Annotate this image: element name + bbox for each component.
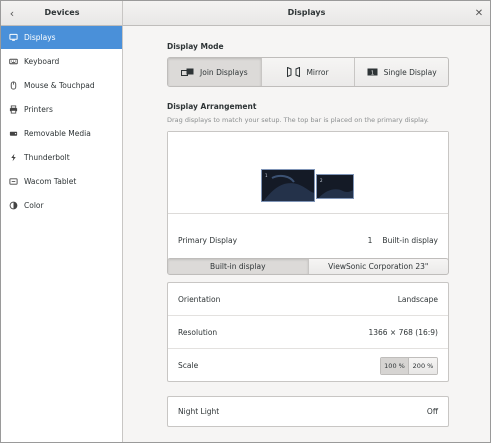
arrangement-canvas[interactable]: 1 2 [168, 132, 448, 214]
sidebar-item-label: Thunderbolt [24, 153, 70, 162]
monitor-2-number: 2 [320, 178, 323, 183]
night-light-value: Off [426, 407, 438, 416]
sidebar-item-label: Wacom Tablet [24, 177, 77, 186]
scale-selector: 100 % 200 % [380, 356, 438, 375]
tab-viewsonic[interactable]: ViewSonic Corporation 23" [309, 259, 449, 274]
panel-category-title: Devices [44, 8, 80, 17]
resolution-value: 1366 × 768 (16:9) [368, 327, 438, 337]
sidebar-item-color[interactable]: Color [1, 194, 122, 217]
tab-built-in-display[interactable]: Built-in display [168, 259, 309, 274]
monitor-1-preview[interactable]: 1 [261, 169, 315, 202]
settings-window: ‹ Devices Displays ✕ Displays Keyboard M… [0, 0, 491, 443]
svg-text:1: 1 [371, 70, 374, 76]
header-left: ‹ Devices [1, 1, 123, 25]
primary-display-label: Primary Display [178, 235, 238, 245]
header-bar: ‹ Devices Displays ✕ [1, 1, 490, 26]
sidebar-item-label: Printers [24, 105, 53, 114]
thunderbolt-icon [9, 153, 18, 162]
sidebar-item-mouse-touchpad[interactable]: Mouse & Touchpad [1, 74, 122, 97]
display-arrangement-hint: Drag displays to match your setup. The t… [167, 116, 429, 124]
resolution-label: Resolution [178, 327, 218, 337]
sidebar-item-displays[interactable]: Displays [1, 26, 122, 49]
scale-200-button[interactable]: 200 % [409, 357, 437, 374]
sidebar-item-printers[interactable]: Printers [1, 98, 122, 121]
join-displays-label: Join Displays [200, 67, 248, 77]
display-arrangement-panel: 1 2 Primary Display 1 Built-in display [167, 131, 449, 267]
display-settings-panel: Orientation Landscape Resolution 1366 × … [167, 282, 449, 382]
orientation-value: Landscape [397, 294, 438, 304]
display-icon [9, 33, 18, 42]
sidebar-item-label: Mouse & Touchpad [24, 81, 95, 90]
single-display-label: Single Display [383, 67, 437, 77]
orientation-row[interactable]: Orientation Landscape [168, 283, 448, 316]
night-light-row[interactable]: Night Light Off [167, 396, 449, 427]
primary-display-number: 1 [367, 235, 373, 245]
page-title: Displays [287, 8, 326, 17]
mouse-icon [9, 81, 18, 90]
display-mode-title: Display Mode [167, 42, 224, 51]
scale-100-button[interactable]: 100 % [381, 357, 409, 374]
display-tabs: Built-in display ViewSonic Corporation 2… [167, 258, 449, 275]
primary-display-value: Built-in display [382, 235, 438, 245]
sidebar-item-wacom-tablet[interactable]: Wacom Tablet [1, 170, 122, 193]
sidebar-item-keyboard[interactable]: Keyboard [1, 50, 122, 73]
keyboard-icon [9, 57, 18, 66]
scale-row: Scale 100 % 200 % [168, 349, 448, 382]
display-mode-selector: Join Displays Mirror 1 Single Display [167, 57, 449, 87]
close-icon[interactable]: ✕ [473, 7, 485, 19]
tablet-icon [9, 177, 18, 186]
sidebar-item-label: Keyboard [24, 57, 60, 66]
night-light-label: Night Light [178, 407, 220, 416]
mirror-icon [287, 67, 301, 77]
single-display-icon: 1 [367, 68, 378, 77]
join-displays-button[interactable]: Join Displays [168, 58, 262, 86]
mirror-label: Mirror [306, 67, 329, 77]
color-icon [9, 201, 18, 210]
sidebar: Displays Keyboard Mouse & Touchpad Print… [1, 26, 123, 442]
sidebar-item-label: Displays [24, 33, 56, 42]
scale-label: Scale [178, 361, 199, 370]
sidebar-item-thunderbolt[interactable]: Thunderbolt [1, 146, 122, 169]
sidebar-item-label: Removable Media [24, 129, 91, 138]
single-display-button[interactable]: 1 Single Display [355, 58, 448, 86]
monitor-2-preview[interactable]: 2 [316, 174, 354, 199]
removable-media-icon [9, 129, 18, 138]
monitor-1-number: 1 [265, 173, 268, 178]
sidebar-item-label: Color [24, 201, 44, 210]
sidebar-item-removable-media[interactable]: Removable Media [1, 122, 122, 145]
main-content: Display Mode Join Displays Mirror 1 Sing… [124, 26, 490, 442]
mirror-button[interactable]: Mirror [262, 58, 356, 86]
orientation-label: Orientation [178, 294, 221, 304]
join-displays-icon [181, 68, 194, 77]
printer-icon [9, 105, 18, 114]
resolution-row[interactable]: Resolution 1366 × 768 (16:9) [168, 316, 448, 349]
display-arrangement-title: Display Arrangement [167, 102, 257, 111]
